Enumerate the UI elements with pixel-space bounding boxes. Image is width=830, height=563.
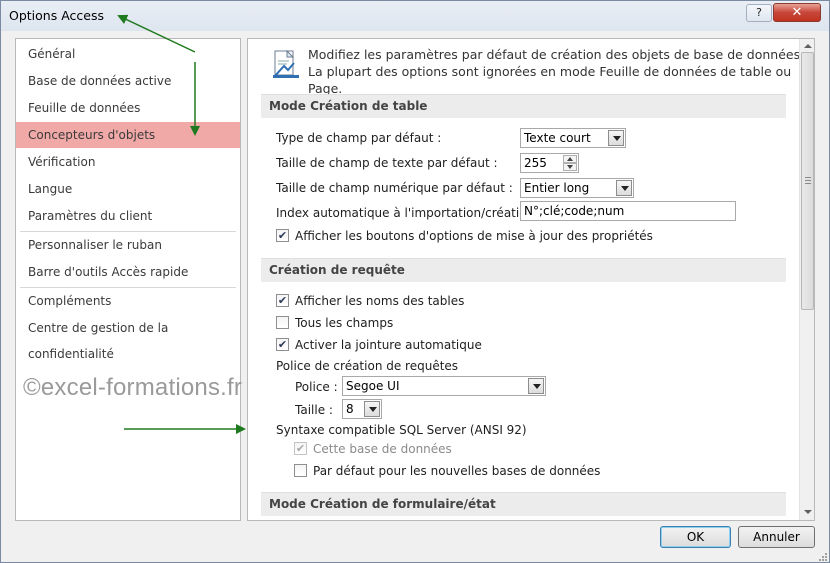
- default-field-type-label: Type de champ par défaut :: [276, 131, 442, 145]
- scroll-thumb[interactable]: [801, 52, 814, 310]
- chevron-down-icon[interactable]: [364, 401, 380, 417]
- text-field-size-value: 255: [524, 156, 547, 170]
- resize-grip-icon[interactable]: [817, 551, 828, 562]
- nav-item-general[interactable]: Général: [16, 41, 240, 67]
- update-options-label[interactable]: Afficher les boutons d'options de mise à…: [295, 229, 653, 243]
- number-field-size-value: Entier long: [524, 181, 590, 195]
- show-table-names-checkbox[interactable]: ✔: [276, 294, 289, 307]
- settings-panel: Modifiez les paramètres par défaut de cr…: [247, 38, 815, 521]
- number-field-size-dropdown[interactable]: Entier long: [520, 178, 634, 198]
- nav-item-language[interactable]: Langue: [16, 176, 240, 202]
- category-nav: Général Base de données active Feuille d…: [15, 38, 241, 521]
- grip-line: [805, 180, 811, 181]
- help-button[interactable]: ?: [746, 4, 772, 22]
- intro-text: Modifiez les paramètres par défaut de cr…: [308, 47, 805, 96]
- text-field-size-label: Taille de champ de texte par défaut :: [276, 156, 498, 170]
- size-dropdown[interactable]: 8: [342, 399, 382, 419]
- nav-item-customize-ribbon[interactable]: Personnaliser le ruban: [16, 232, 240, 258]
- ok-button[interactable]: OK: [660, 526, 731, 548]
- nav-item-client-settings[interactable]: Paramètres du client: [16, 203, 240, 229]
- this-database-label: Cette base de données: [313, 442, 452, 456]
- query-font-group-label: Police de création de requêtes: [276, 359, 459, 373]
- options-dialog: Options Access ? ✕ Général Base de donné…: [0, 0, 830, 563]
- all-fields-label[interactable]: Tous les champs: [295, 316, 393, 330]
- sql-syntax-label: Syntaxe compatible SQL Server (ANSI 92): [276, 423, 527, 437]
- default-field-type-dropdown[interactable]: Texte court: [520, 128, 626, 148]
- nav-item-object-designers[interactable]: Concepteurs d'objets: [16, 122, 240, 148]
- autojoin-checkbox[interactable]: ✔: [276, 338, 289, 351]
- title-bar: Options Access ? ✕: [1, 1, 829, 31]
- design-settings-icon: [273, 49, 299, 78]
- nav-item-proofing[interactable]: Vérification: [16, 149, 240, 175]
- watermark-text: ©excel-formations.fr: [23, 374, 243, 401]
- text-field-size-spinner[interactable]: 255: [520, 153, 579, 173]
- window-title: Options Access: [9, 8, 104, 23]
- all-fields-checkbox[interactable]: [276, 316, 289, 329]
- scroll-down-icon[interactable]: [801, 505, 814, 520]
- chevron-down-icon[interactable]: [608, 130, 624, 146]
- nav-item-trust-center[interactable]: Centre de gestion de la confidentialité: [16, 315, 240, 361]
- this-database-checkbox[interactable]: ✔: [294, 442, 307, 455]
- size-label: Taille :: [295, 403, 333, 417]
- font-dropdown[interactable]: Segoe UI: [342, 376, 546, 396]
- close-button[interactable]: ✕: [773, 3, 821, 22]
- chevron-down-icon[interactable]: [528, 378, 544, 394]
- section-query-design: Création de requête: [261, 258, 786, 282]
- spinner-control[interactable]: [563, 155, 577, 171]
- autoindex-label: Index automatique à l'importation/créati…: [276, 206, 543, 220]
- nav-item-add-ins[interactable]: Compléments: [16, 288, 240, 314]
- autojoin-label[interactable]: Activer la jointure automatique: [295, 338, 482, 352]
- cancel-button[interactable]: Annuler: [738, 526, 815, 548]
- size-value: 8: [346, 402, 354, 416]
- nav-item-quick-access-toolbar[interactable]: Barre d'outils Accès rapide: [16, 259, 240, 285]
- section-form-design: Mode Création de formulaire/état: [261, 492, 786, 516]
- number-field-size-label: Taille de champ numérique par défaut :: [276, 181, 513, 195]
- content-scrollbar[interactable]: [799, 39, 814, 520]
- new-db-default-checkbox[interactable]: [294, 464, 307, 477]
- grip-line: [805, 177, 811, 178]
- chevron-down-icon[interactable]: [616, 180, 632, 196]
- spin-up-icon[interactable]: [563, 155, 577, 163]
- default-field-type-value: Texte court: [524, 131, 591, 145]
- font-value: Segoe UI: [346, 379, 400, 393]
- section-table-design: Mode Création de table: [261, 94, 786, 118]
- nav-item-current-database[interactable]: Base de données active: [16, 68, 240, 94]
- new-db-default-label[interactable]: Par défaut pour les nouvelles bases de d…: [313, 464, 600, 478]
- show-table-names-label[interactable]: Afficher les noms des tables: [295, 294, 464, 308]
- update-options-checkbox[interactable]: ✔: [276, 229, 289, 242]
- autoindex-input[interactable]: N°;clé;code;num: [520, 201, 736, 221]
- spin-down-icon[interactable]: [563, 163, 577, 171]
- grip-line: [805, 183, 811, 184]
- nav-item-datasheet[interactable]: Feuille de données: [16, 95, 240, 121]
- font-label: Police :: [295, 380, 338, 394]
